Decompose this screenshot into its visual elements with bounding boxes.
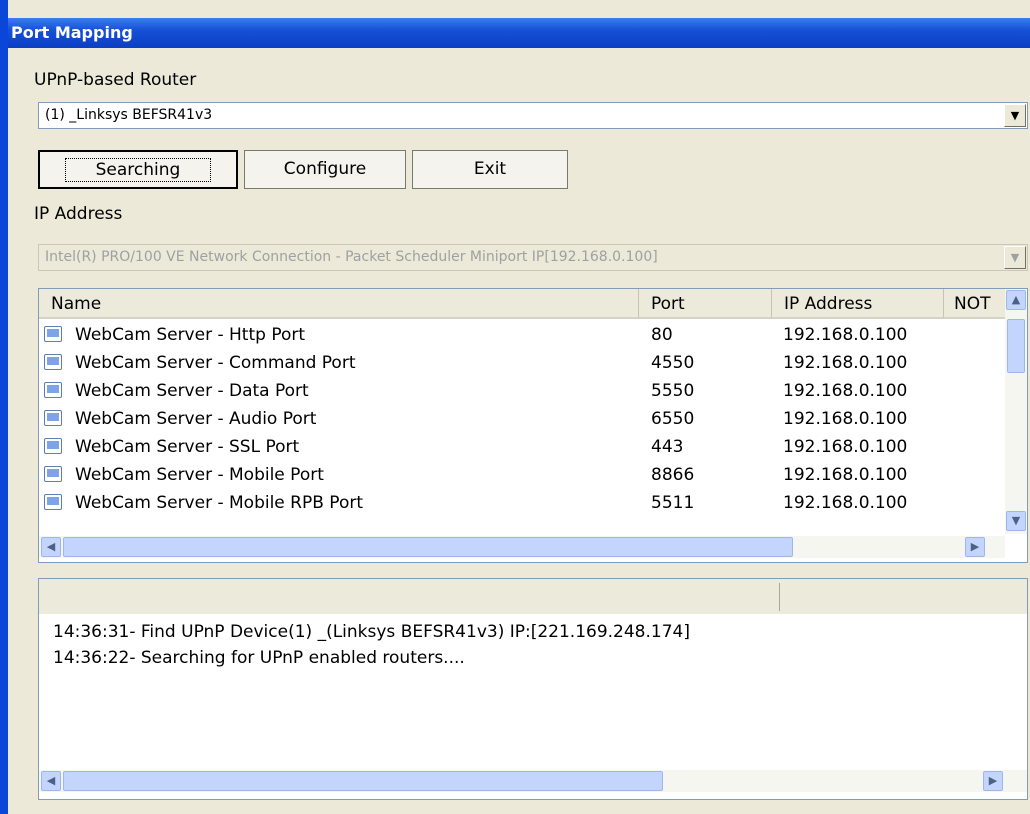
table-row[interactable]: WebCam Server - Command Port 4550 192.16… — [39, 349, 999, 377]
dropdown-arrow-icon[interactable]: ▼ — [1004, 104, 1026, 127]
row-port: 6550 — [651, 409, 695, 429]
port-entry-icon — [44, 326, 62, 342]
row-port: 4550 — [651, 353, 695, 373]
log-header — [38, 578, 1028, 615]
port-entry-icon — [44, 382, 62, 398]
searching-button[interactable]: Searching — [38, 150, 238, 189]
table-vertical-scrollbar[interactable]: ▲ ▼ — [1005, 289, 1027, 534]
log-horizontal-scrollbar[interactable]: ◀ ▶ — [39, 770, 1027, 792]
scroll-down-icon[interactable]: ▼ — [1006, 511, 1026, 531]
log-line: 14:36:31- Find UPnP Device(1) _(Linksys … — [53, 622, 690, 642]
row-name: WebCam Server - Audio Port — [75, 409, 317, 429]
scroll-right-icon[interactable]: ▶ — [983, 771, 1003, 791]
router-select[interactable]: (1) _Linksys BEFSR41v3 ▼ — [38, 102, 1028, 129]
router-select-value: (1) _Linksys BEFSR41v3 — [45, 107, 213, 123]
scroll-right-icon[interactable]: ▶ — [965, 537, 985, 557]
log-line: 14:36:22- Searching for UPnP enabled rou… — [53, 648, 465, 668]
horizontal-scroll-thumb[interactable] — [63, 537, 793, 557]
row-ip: 192.168.0.100 — [783, 437, 908, 457]
row-port: 5550 — [651, 381, 695, 401]
row-ip: 192.168.0.100 — [783, 353, 908, 373]
exit-button[interactable]: Exit — [412, 150, 568, 189]
dropdown-arrow-icon: ▼ — [1004, 246, 1026, 269]
table-row[interactable]: WebCam Server - Http Port 80 192.168.0.1… — [39, 321, 999, 349]
scroll-left-icon[interactable]: ◀ — [41, 771, 61, 791]
table-row[interactable]: WebCam Server - SSL Port 443 192.168.0.1… — [39, 433, 999, 461]
scroll-up-icon[interactable]: ▲ — [1006, 290, 1026, 310]
table-row[interactable]: WebCam Server - Mobile Port 8866 192.168… — [39, 461, 999, 489]
row-ip: 192.168.0.100 — [783, 493, 908, 513]
scroll-left-icon[interactable]: ◀ — [41, 537, 61, 557]
log-header-divider — [779, 583, 780, 611]
table-horizontal-scrollbar[interactable]: ◀ ▶ — [39, 536, 1005, 558]
row-ip: 192.168.0.100 — [783, 325, 908, 345]
port-mapping-window: Port Mapping UPnP-based Router (1) _Link… — [0, 0, 1030, 814]
row-port: 443 — [651, 437, 684, 457]
ip-address-label: IP Address — [34, 204, 123, 224]
row-name: WebCam Server - SSL Port — [75, 437, 300, 457]
port-entry-icon — [44, 494, 62, 510]
column-header-name[interactable]: Name — [39, 289, 639, 319]
router-label: UPnP-based Router — [34, 70, 197, 90]
table-row[interactable]: WebCam Server - Mobile RPB Port 5511 192… — [39, 489, 999, 517]
column-header-not[interactable]: NOT — [944, 289, 1006, 319]
vertical-scroll-thumb[interactable] — [1007, 319, 1025, 373]
row-name: WebCam Server - Data Port — [75, 381, 309, 401]
port-entry-icon — [44, 466, 62, 482]
row-port: 8866 — [651, 465, 695, 485]
row-name: WebCam Server - Mobile Port — [75, 465, 324, 485]
row-port: 5511 — [651, 493, 695, 513]
ip-address-select-value: Intel(R) PRO/100 VE Network Connection -… — [45, 249, 658, 265]
searching-button-label: Searching — [64, 158, 212, 182]
column-header-ip-address[interactable]: IP Address — [772, 289, 944, 319]
row-ip: 192.168.0.100 — [783, 409, 908, 429]
log-panel[interactable]: 14:36:31- Find UPnP Device(1) _(Linksys … — [38, 614, 1028, 800]
table-row[interactable]: WebCam Server - Data Port 5550 192.168.0… — [39, 377, 999, 405]
port-entry-icon — [44, 354, 62, 370]
ip-address-select: Intel(R) PRO/100 VE Network Connection -… — [38, 244, 1028, 271]
table-row[interactable]: WebCam Server - Audio Port 6550 192.168.… — [39, 405, 999, 433]
row-port: 80 — [651, 325, 673, 345]
port-entry-icon — [44, 410, 62, 426]
window-title: Port Mapping — [8, 18, 1030, 48]
row-ip: 192.168.0.100 — [783, 465, 908, 485]
row-ip: 192.168.0.100 — [783, 381, 908, 401]
configure-button[interactable]: Configure — [244, 150, 406, 189]
row-name: WebCam Server - Http Port — [75, 325, 306, 345]
column-header-port[interactable]: Port — [639, 289, 772, 319]
port-entry-icon — [44, 438, 62, 454]
row-name: WebCam Server - Mobile RPB Port — [75, 493, 364, 513]
row-name: WebCam Server - Command Port — [75, 353, 356, 373]
horizontal-scroll-thumb[interactable] — [63, 771, 663, 791]
port-mapping-table[interactable]: Name Port IP Address NOT WebCam Server -… — [38, 288, 1028, 563]
